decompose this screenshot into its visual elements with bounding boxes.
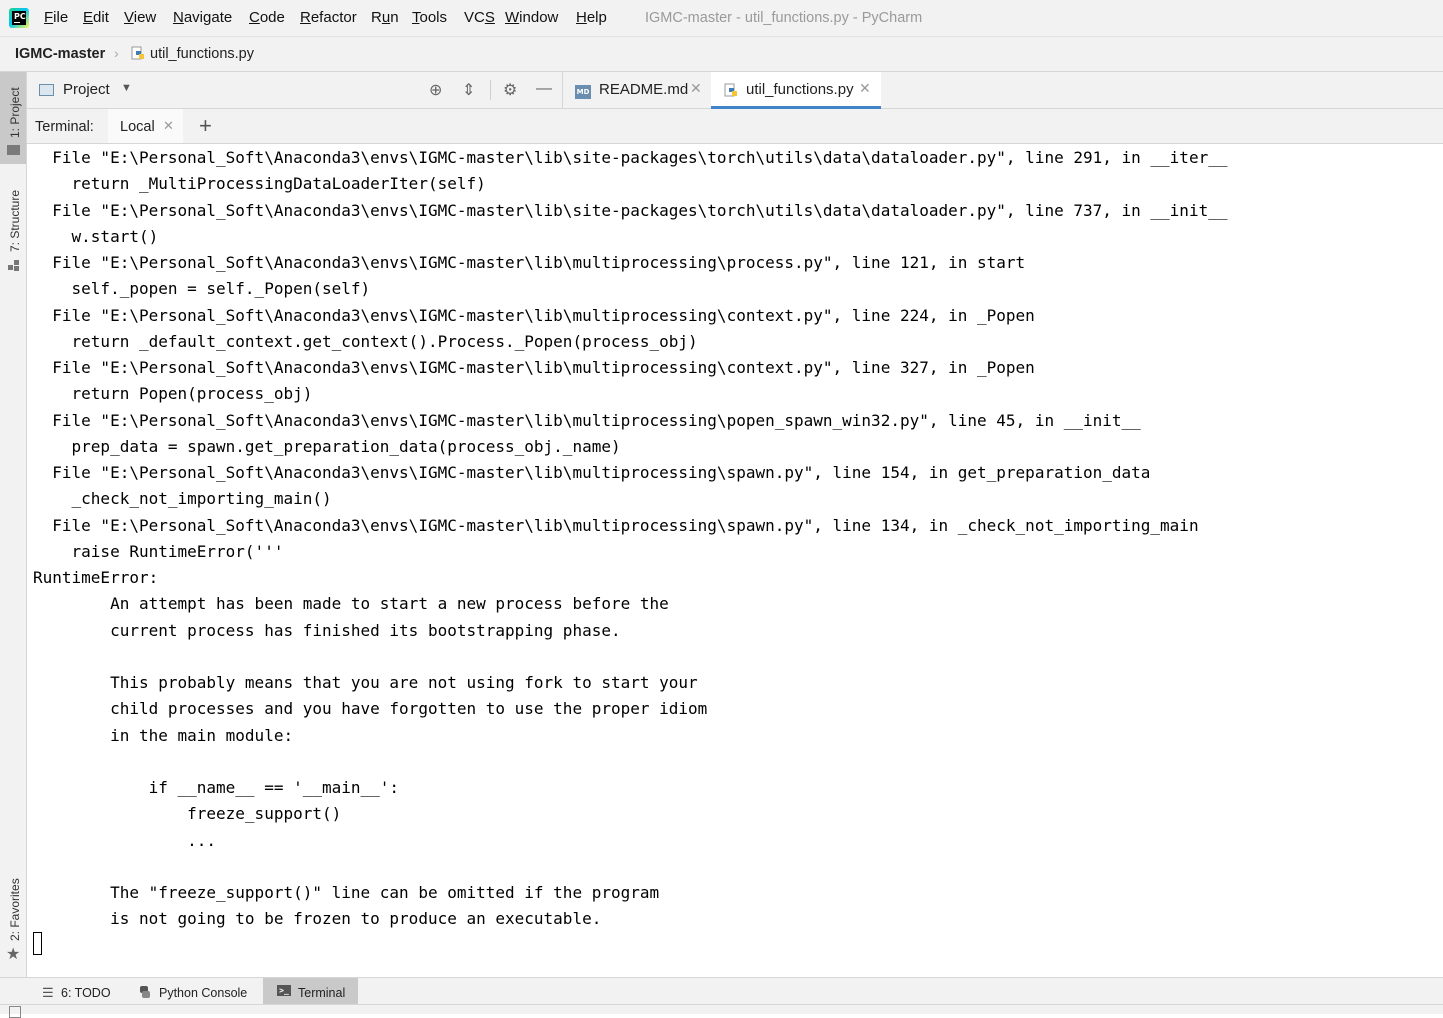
menu-navigate[interactable]: Navigate xyxy=(173,9,232,26)
locate-icon[interactable]: ⊕ xyxy=(429,80,442,100)
terminal-line: This probably means that you are not usi… xyxy=(33,673,698,692)
project-tool-header: Project ▼ ⊕ ⇕ ⚙ — xyxy=(27,72,562,109)
menu-window[interactable]: Window xyxy=(505,9,558,26)
tab-structure-label: 7: Structure xyxy=(8,189,22,252)
tab-project-label: 1: Project xyxy=(8,87,22,138)
pycharm-logo-icon: PC xyxy=(9,8,29,28)
menu-code[interactable]: Code xyxy=(249,9,285,26)
terminal-line: child processes and you have forgotten t… xyxy=(33,699,708,719)
terminal-line: raise RuntimeError(''' xyxy=(33,541,284,561)
terminal-line: self._popen = self._Popen(self) xyxy=(33,279,371,299)
gear-icon[interactable]: ⚙ xyxy=(503,80,517,100)
tool-python-console-label: Python Console xyxy=(159,986,248,1000)
tab-util-functions-label: util_functions.py xyxy=(746,81,854,98)
structure-icon xyxy=(8,260,19,271)
terminal-cursor xyxy=(33,932,42,955)
terminal-tab-bar: Terminal: Local ✕ + xyxy=(27,109,1443,144)
tab-favorites[interactable]: 2: Favorites ★ xyxy=(0,867,26,967)
terminal-line: An attempt has been made to start a new … xyxy=(33,594,669,614)
tool-terminal[interactable]: >_ Terminal xyxy=(263,978,358,1005)
terminal-line: _check_not_importing_main() xyxy=(33,489,332,509)
terminal-line: ... xyxy=(33,830,217,850)
breadcrumb-separator-icon: › xyxy=(114,45,119,61)
terminal-line: return _MultiProcessingDataLoaderIter(se… xyxy=(33,174,486,194)
terminal-line: prep_data = spawn.get_preparation_data(p… xyxy=(33,436,621,456)
terminal-line: File "E:\Personal_Soft\Anaconda3\envs\IG… xyxy=(33,200,1228,220)
menu-run[interactable]: Run xyxy=(371,9,399,26)
terminal-line: w.start() xyxy=(33,226,159,246)
bottom-tool-bar: ☰ 6: TODO Python Console >_ Terminal xyxy=(0,977,1443,1005)
terminal-title: Terminal: xyxy=(35,119,94,135)
tab-favorites-label: 2: Favorites xyxy=(8,878,22,941)
breadcrumb-project[interactable]: IGMC-master xyxy=(15,46,105,62)
terminal-line: in the main module: xyxy=(33,725,294,745)
menu-bar: PC File Edit View Navigate Code Refactor Run To… xyxy=(0,0,1443,37)
tool-todo[interactable]: ☰ 6: TODO xyxy=(35,978,120,1005)
tab-terminal-local[interactable]: Local ✕ xyxy=(108,109,183,143)
star-icon: ★ xyxy=(6,946,21,963)
terminal-line: return _default_context.get_context().Pr… xyxy=(33,331,698,351)
terminal-output[interactable]: File "E:\Personal_Soft\Anaconda3\envs\IG… xyxy=(27,144,1443,976)
tool-terminal-label: Terminal xyxy=(298,986,346,1000)
list-icon: ☰ xyxy=(42,985,54,1000)
terminal-line: File "E:\Personal_Soft\Anaconda3\envs\IG… xyxy=(33,410,1141,430)
terminal-line: if __name__ == '__main__': xyxy=(33,778,400,797)
collapse-all-icon[interactable]: ⇕ xyxy=(462,80,475,100)
breadcrumb-file[interactable]: util_functions.py xyxy=(150,46,254,62)
navigation-bar: IGMC-master › util_functions.py xyxy=(0,37,1443,72)
tool-python-console[interactable]: Python Console xyxy=(130,978,255,1005)
tab-readme-label: README.md xyxy=(599,81,689,98)
menu-refactor[interactable]: Refactor xyxy=(300,9,357,26)
terminal-line: current process has finished its bootstr… xyxy=(33,620,621,640)
markdown-file-icon: MD xyxy=(575,85,591,99)
python-file-icon xyxy=(724,83,737,97)
menu-tools[interactable]: Tools xyxy=(412,9,447,26)
folder-icon xyxy=(7,145,20,155)
tab-terminal-local-label: Local xyxy=(120,119,155,135)
project-view-icon xyxy=(39,84,54,96)
left-tool-strip: 1: Project 7: Structure 2: Favorites ★ xyxy=(0,72,27,977)
terminal-line: File "E:\Personal_Soft\Anaconda3\envs\IG… xyxy=(33,515,1199,535)
terminal-line: File "E:\Personal_Soft\Anaconda3\envs\IG… xyxy=(33,305,1035,325)
close-icon[interactable]: ✕ xyxy=(690,80,702,97)
tab-util-functions[interactable]: util_functions.py ✕ xyxy=(711,72,881,109)
terminal-line: return Popen(process_obj) xyxy=(33,384,313,404)
window-title: IGMC-master - util_functions.py - PyChar… xyxy=(645,10,923,26)
close-icon[interactable]: ✕ xyxy=(163,118,174,134)
tab-structure[interactable]: 7: Structure xyxy=(0,182,26,277)
tab-readme[interactable]: MD README.md ✕ xyxy=(563,72,708,108)
toolbar-divider xyxy=(490,80,491,100)
terminal-line: File "E:\Personal_Soft\Anaconda3\envs\IG… xyxy=(33,463,1151,482)
menu-file[interactable]: File xyxy=(44,9,68,26)
close-icon[interactable]: ✕ xyxy=(859,80,871,97)
terminal-line: File "E:\Personal_Soft\Anaconda3\envs\IG… xyxy=(33,148,1228,167)
terminal-line: freeze_support() xyxy=(33,804,342,824)
terminal-icon: >_ xyxy=(277,985,291,996)
minimize-icon[interactable]: — xyxy=(536,80,552,98)
python-file-icon xyxy=(131,46,144,60)
terminal-line: File "E:\Personal_Soft\Anaconda3\envs\IG… xyxy=(33,358,1035,377)
status-icon xyxy=(9,1006,21,1018)
menu-vcs[interactable]: VCS xyxy=(464,9,495,26)
terminal-line: is not going to be frozen to produce an … xyxy=(33,909,602,929)
tab-project[interactable]: 1: Project xyxy=(0,72,26,164)
project-view-selector[interactable]: Project xyxy=(63,81,110,98)
terminal-line: File "E:\Personal_Soft\Anaconda3\envs\IG… xyxy=(33,253,1026,272)
terminal-line: The "freeze_support()" line can be omitt… xyxy=(33,883,660,902)
add-terminal-icon[interactable]: + xyxy=(199,113,212,139)
terminal-line: RuntimeError: xyxy=(33,568,159,587)
menu-view[interactable]: View xyxy=(124,9,156,26)
menu-edit[interactable]: Edit xyxy=(83,9,109,26)
chevron-down-icon[interactable]: ▼ xyxy=(121,82,132,94)
editor-tabs: MD README.md ✕ util_functions.py ✕ xyxy=(562,72,1443,109)
menu-help[interactable]: Help xyxy=(576,9,607,26)
python-icon xyxy=(140,986,150,998)
tool-todo-label: 6: TODO xyxy=(61,986,111,1000)
